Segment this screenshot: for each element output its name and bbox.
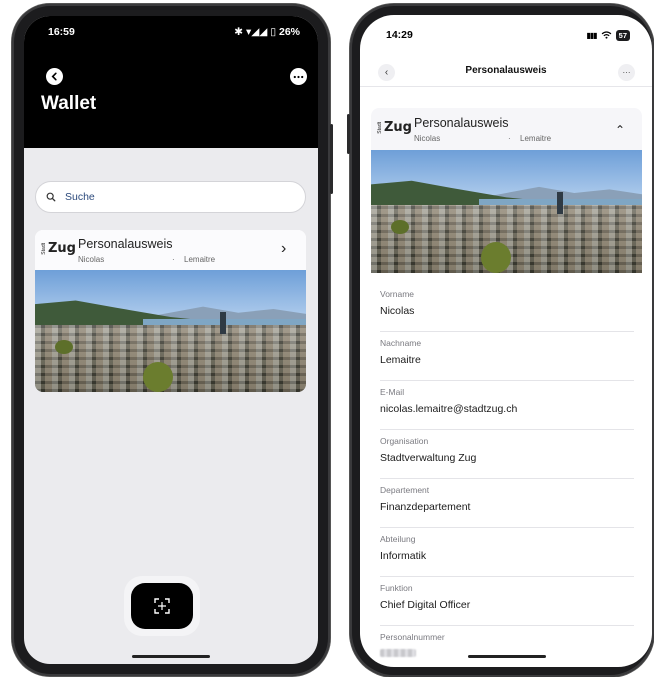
card-photo: [371, 150, 642, 273]
wifi-icon: [601, 31, 612, 39]
stadt-zug-logo: Stadt Zug: [377, 120, 412, 135]
field-nachname: Nachname Lemaitre: [380, 332, 634, 381]
card-separator: ·: [508, 134, 511, 143]
scan-icon: [154, 598, 170, 614]
back-button[interactable]: [46, 68, 63, 85]
scan-button[interactable]: [131, 583, 193, 629]
id-card[interactable]: Stadt Zug Personalausweis Nicolas · Lema…: [35, 230, 306, 392]
field-vorname: Vorname Nicolas: [380, 283, 634, 332]
card-title: Personalausweis: [414, 116, 509, 130]
redacted-value: [380, 649, 416, 657]
more-menu-button[interactable]: ···: [618, 64, 635, 81]
nav-bar: ‹ Personalausweis ···: [360, 59, 652, 87]
field-value: Lemaitre: [380, 354, 421, 366]
field-label: Abteilung: [380, 534, 416, 544]
field-value: Nicolas: [380, 305, 415, 317]
status-time: 16:59: [48, 26, 75, 38]
card-first-name: Nicolas: [414, 134, 441, 143]
back-arrow-icon: [51, 72, 57, 81]
status-indicators: ▮▮▮ 57: [586, 29, 630, 41]
field-label: Nachname: [380, 338, 422, 348]
more-menu-button[interactable]: [290, 68, 307, 85]
card-photo: [35, 270, 306, 392]
status-time: 14:29: [386, 29, 413, 41]
field-label: E-Mail: [380, 387, 405, 397]
card-separator: ·: [172, 255, 175, 264]
field-organisation: Organisation Stadtverwaltung Zug: [380, 430, 634, 479]
chevron-up-icon[interactable]: ⌃: [615, 123, 625, 137]
field-value: Informatik: [380, 550, 427, 562]
home-indicator[interactable]: [132, 655, 210, 658]
volume-button: [347, 114, 350, 154]
card-last-name: Lemaitre: [520, 134, 552, 143]
field-value: Stadtverwaltung Zug: [380, 452, 477, 464]
nav-title: Personalausweis: [465, 65, 547, 76]
iphone: 14:29 ▮▮▮ 57 ‹ Personalausweis ··· Stadt…: [347, 4, 654, 677]
search-input[interactable]: Suche: [35, 181, 306, 213]
status-bar: 14:29 ▮▮▮ 57: [386, 29, 630, 41]
field-funktion: Funktion Chief Digital Officer: [380, 577, 634, 626]
field-label: Departement: [380, 485, 430, 495]
id-card-expanded[interactable]: Stadt Zug Personalausweis Nicolas · Lema…: [371, 108, 642, 273]
field-abteilung: Abteilung Informatik: [380, 528, 634, 577]
search-placeholder: Suche: [65, 191, 95, 203]
detail-screen: 14:29 ▮▮▮ 57 ‹ Personalausweis ··· Stadt…: [360, 15, 652, 667]
field-email: E-Mail nicolas.lemaitre@stadtzug.ch: [380, 381, 634, 430]
chevron-right-icon[interactable]: ›: [281, 240, 286, 258]
status-indicators: ✱ ▾◢◢ ▯ 26%: [234, 26, 300, 38]
wallet-screen: 16:59 ✱ ▾◢◢ ▯ 26% Wallet Suche Stadt Zug: [24, 16, 318, 664]
field-value: Finanzdepartement: [380, 501, 471, 513]
field-departement: Departement Finanzdepartement: [380, 479, 634, 528]
card-title: Personalausweis: [78, 237, 173, 251]
card-last-name: Lemaitre: [184, 255, 216, 264]
field-label: Vorname: [380, 289, 415, 299]
search-icon: [46, 192, 56, 202]
signal-icon: ▮▮▮: [586, 30, 597, 40]
android-phone: 16:59 ✱ ▾◢◢ ▯ 26% Wallet Suche Stadt Zug: [12, 4, 333, 676]
home-indicator[interactable]: [468, 655, 546, 658]
battery-indicator: 57: [615, 29, 630, 41]
field-value: nicolas.lemaitre@stadtzug.ch: [380, 403, 518, 415]
wallet-header: 16:59 ✱ ▾◢◢ ▯ 26% Wallet: [24, 16, 318, 148]
card-header: Stadt Zug Personalausweis Nicolas · Lema…: [35, 230, 306, 270]
card-header: Stadt Zug Personalausweis Nicolas · Lema…: [371, 108, 642, 150]
field-value: Chief Digital Officer: [380, 599, 471, 611]
scan-button-wrapper: [124, 576, 200, 636]
volume-button: [330, 124, 333, 194]
status-bar: 16:59 ✱ ▾◢◢ ▯ 26%: [48, 26, 300, 38]
more-dots-icon: [293, 75, 304, 78]
field-label: Personalnummer: [380, 632, 445, 642]
card-first-name: Nicolas: [78, 255, 105, 264]
stadt-zug-logo: Stadt Zug: [41, 241, 76, 256]
detail-fields: Vorname Nicolas Nachname Lemaitre E-Mail…: [380, 283, 634, 667]
field-label: Funktion: [380, 583, 413, 593]
field-label: Organisation: [380, 436, 429, 446]
field-personalnummer: Personalnummer: [380, 626, 634, 667]
page-title: Wallet: [41, 93, 97, 114]
